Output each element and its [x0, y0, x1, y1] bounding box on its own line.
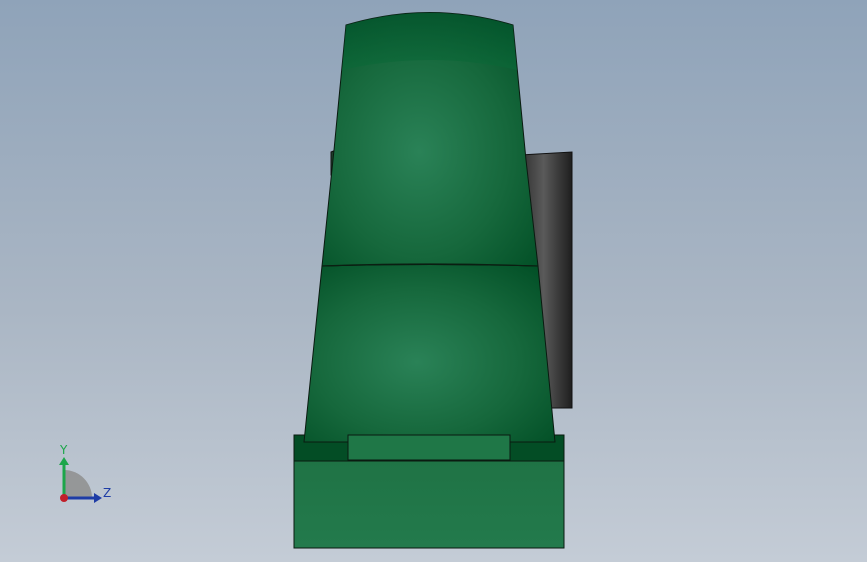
- origin-dot-icon: [60, 494, 68, 502]
- axis-z-arrow-icon: [94, 493, 102, 503]
- triad-shaded-quadrant: [64, 470, 92, 498]
- foot-pad: [347, 434, 511, 461]
- coordinate-triad: Y Z: [59, 443, 111, 503]
- axis-z-label: Z: [103, 486, 111, 500]
- axis-y-label: Y: [59, 443, 68, 457]
- pillow-block-model[interactable]: [0, 0, 867, 562]
- graphics-viewport[interactable]: Y Z: [0, 0, 867, 562]
- base-block: [293, 460, 565, 549]
- axis-y-arrow-icon: [59, 457, 69, 465]
- housing-lower-section: [303, 264, 556, 443]
